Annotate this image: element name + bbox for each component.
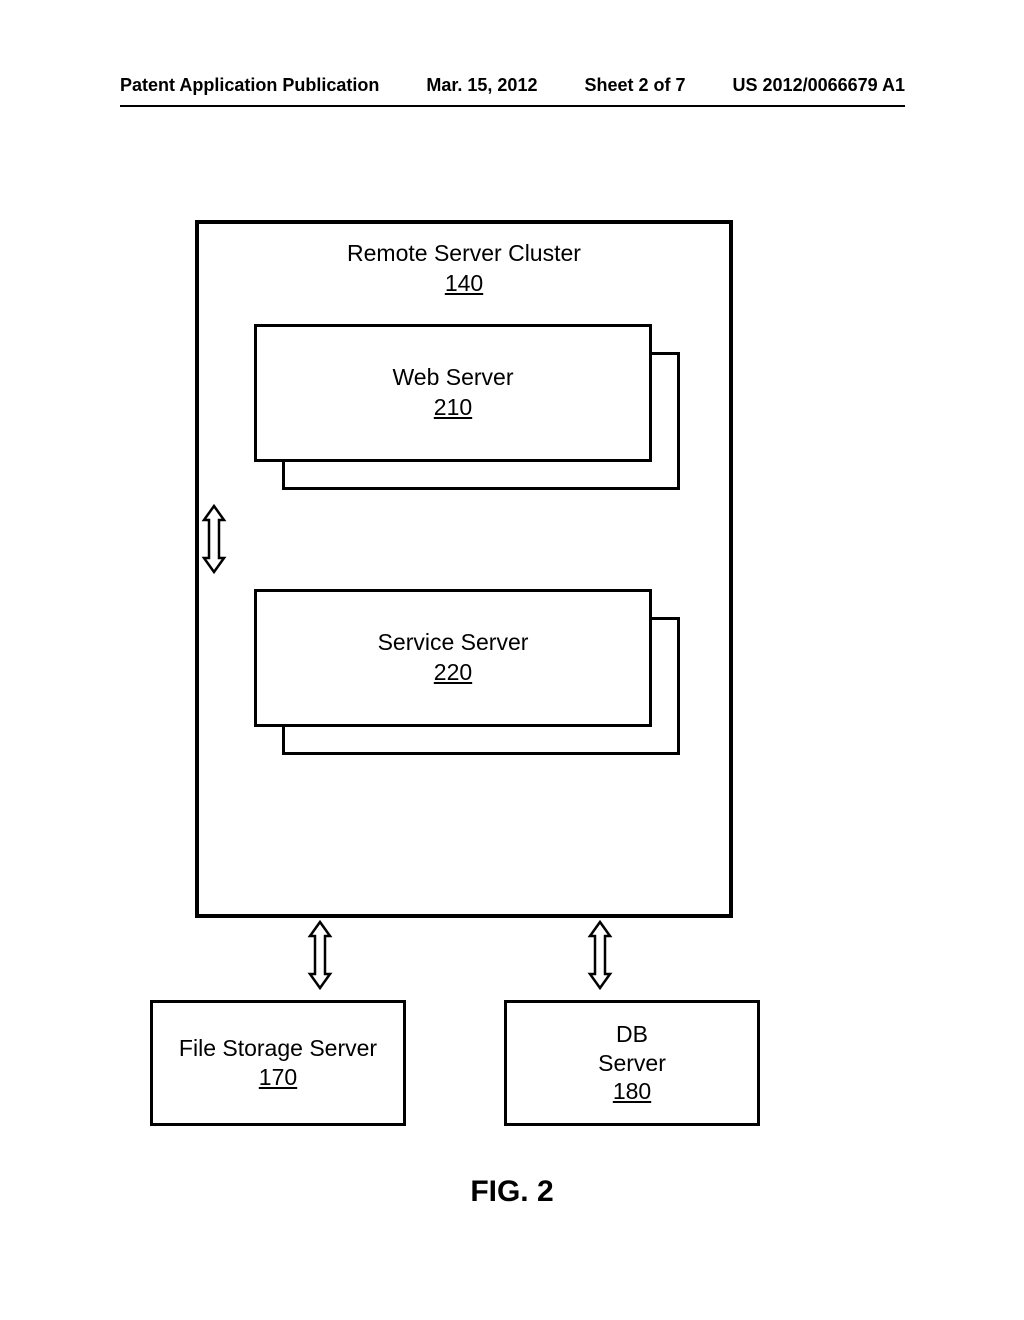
figure-area: Remote Server Cluster 140 Web Server 210 (180, 220, 860, 918)
web-server-stack: Web Server 210 (254, 324, 674, 484)
cluster-title: Remote Server Cluster 140 (199, 239, 729, 299)
db-server-box: DB Server 180 (504, 1000, 760, 1126)
file-storage-label: File Storage Server (179, 1035, 377, 1061)
service-server-stack: Service Server 220 (254, 589, 674, 749)
file-storage-ref: 170 (259, 1064, 297, 1090)
service-server-front-card: Service Server 220 (254, 589, 652, 727)
web-server-front-card: Web Server 210 (254, 324, 652, 462)
bidirectional-arrow-icon (199, 504, 229, 574)
cluster-title-text: Remote Server Cluster (347, 240, 581, 266)
cluster-ref: 140 (445, 270, 483, 296)
bottom-boxes-row: File Storage Server 170 DB Server 180 (150, 1000, 760, 1126)
sheet-number: Sheet 2 of 7 (584, 75, 685, 96)
publication-type: Patent Application Publication (120, 75, 379, 96)
page: Patent Application Publication Mar. 15, … (0, 0, 1024, 1320)
bottom-arrow-row (180, 920, 740, 990)
remote-server-cluster-box: Remote Server Cluster 140 Web Server 210 (195, 220, 733, 918)
web-server-label: Web Server (392, 364, 513, 390)
db-server-ref: 180 (613, 1078, 651, 1104)
service-server-ref: 220 (434, 659, 472, 685)
web-server-ref: 210 (434, 394, 472, 420)
db-server-label-line2: Server (598, 1050, 666, 1076)
file-storage-server-box: File Storage Server 170 (150, 1000, 406, 1126)
bidirectional-arrow-icon (305, 920, 335, 990)
header-rule (120, 105, 905, 107)
page-header: Patent Application Publication Mar. 15, … (120, 75, 905, 96)
publication-date: Mar. 15, 2012 (426, 75, 537, 96)
db-server-label-line1: DB (616, 1021, 648, 1047)
bidirectional-arrow-icon (585, 920, 615, 990)
figure-caption: FIG. 2 (0, 1175, 1024, 1209)
publication-number: US 2012/0066679 A1 (733, 75, 905, 96)
service-server-label: Service Server (378, 629, 529, 655)
